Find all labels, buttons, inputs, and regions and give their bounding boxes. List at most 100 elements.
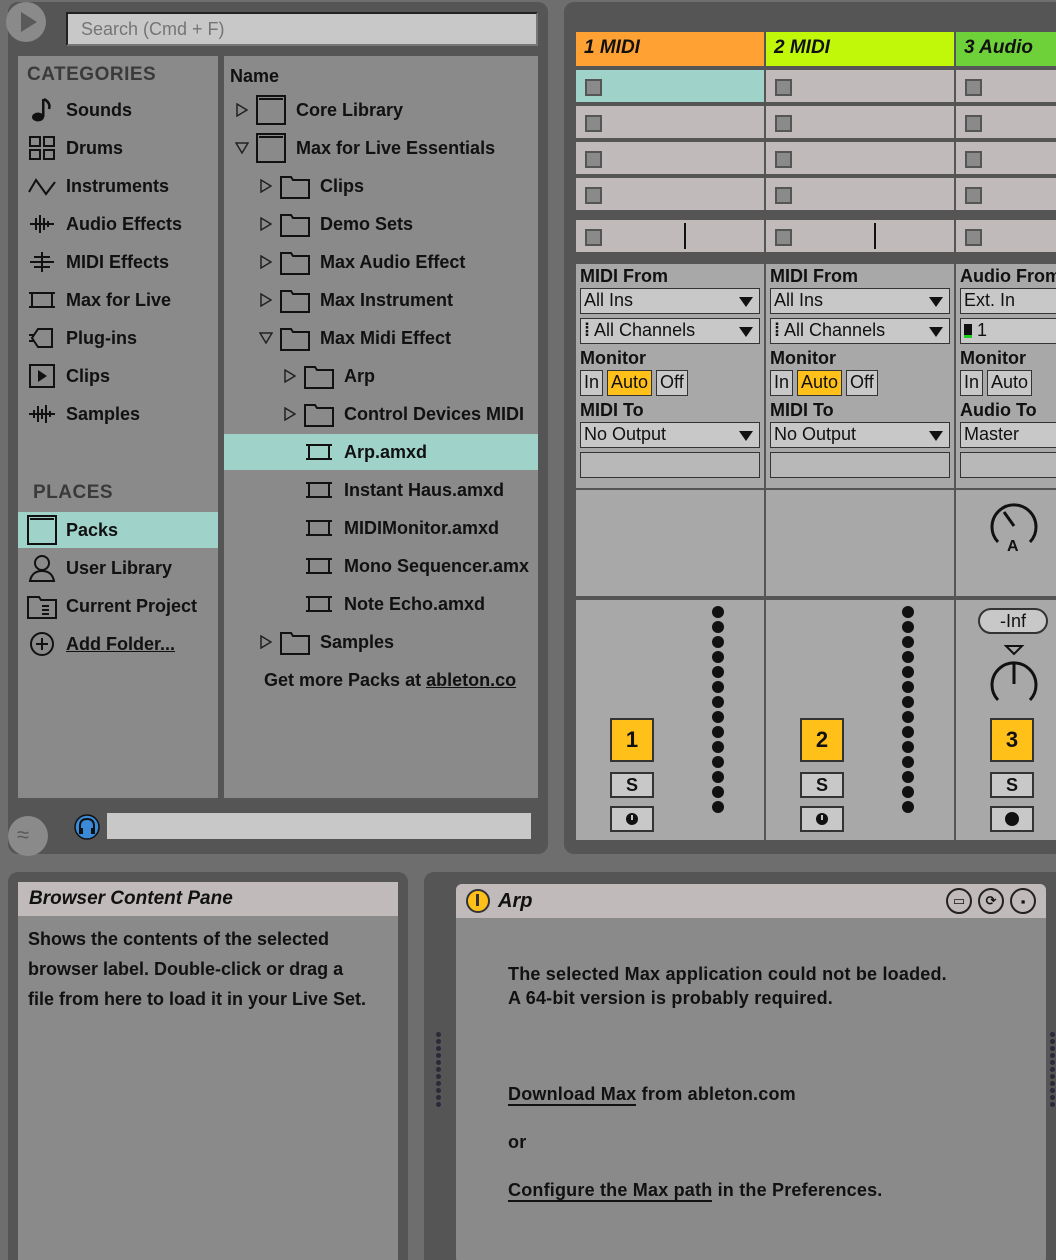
tree-item[interactable]: Arp.amxd [224, 434, 538, 470]
category-audio-effects[interactable]: Audio Effects [18, 206, 218, 242]
monitor-auto-button[interactable]: Auto [607, 370, 653, 396]
collapsed-triangle-icon[interactable] [282, 407, 298, 421]
output-type-dropdown[interactable]: Master [960, 422, 1056, 448]
clip-stop-icon[interactable] [965, 187, 982, 204]
collapsed-triangle-icon[interactable] [234, 103, 250, 117]
stop-all-slot[interactable] [576, 220, 764, 252]
expanded-triangle-icon[interactable] [258, 332, 274, 344]
monitor-off-button[interactable]: Off [846, 370, 878, 396]
track-title[interactable]: 1 MIDI [576, 32, 764, 66]
output-channel-field[interactable] [770, 452, 950, 478]
tree-item[interactable]: Control Devices MIDI [224, 396, 538, 432]
category-max-for-live[interactable]: Max for Live [18, 282, 218, 318]
solo-button[interactable]: S [800, 772, 844, 798]
clip-slot[interactable] [576, 70, 764, 102]
track-activator-button[interactable]: 2 [800, 718, 844, 762]
clip-slot[interactable] [576, 106, 764, 138]
clip-slot[interactable] [766, 178, 954, 210]
monitor-in-button[interactable]: In [770, 370, 794, 396]
download-max-link[interactable]: Download Max [508, 1084, 637, 1106]
clip-stop-icon[interactable] [775, 187, 792, 204]
volume-meter[interactable] [712, 606, 724, 816]
pan-knob[interactable] [986, 642, 1042, 706]
save-preset-icon[interactable]: ▪ [1010, 888, 1036, 914]
collapsed-triangle-icon[interactable] [258, 255, 274, 269]
collapsed-triangle-icon[interactable] [282, 369, 298, 383]
track-stop-icon[interactable] [965, 229, 982, 246]
category-drums[interactable]: Drums [18, 130, 218, 166]
arm-button[interactable] [990, 806, 1034, 832]
tree-item[interactable]: Max Audio Effect [224, 244, 538, 280]
tree-item[interactable]: Clips [224, 168, 538, 204]
tree-item[interactable]: Demo Sets [224, 206, 538, 242]
tree-item[interactable]: Max Midi Effect [224, 320, 538, 356]
arm-button[interactable] [610, 806, 654, 832]
input-channel-dropdown[interactable]: ⁞ All Channels [580, 318, 760, 344]
clip-slot[interactable] [576, 178, 764, 210]
input-type-dropdown[interactable]: All Ins [580, 288, 760, 314]
groove-pool-icon[interactable]: ≈ [8, 816, 48, 856]
search-input[interactable] [66, 12, 538, 46]
tree-item[interactable]: Note Echo.amxd [224, 586, 538, 622]
track-title[interactable]: 3 Audio [956, 32, 1056, 66]
place-current-project[interactable]: Current Project [18, 588, 218, 624]
track-stop-icon[interactable] [775, 229, 792, 246]
category-sounds[interactable]: Sounds [18, 92, 218, 128]
collapsed-triangle-icon[interactable] [258, 293, 274, 307]
clip-stop-icon[interactable] [585, 115, 602, 132]
volume-value[interactable]: -Inf [978, 608, 1048, 634]
preview-waveform[interactable] [106, 812, 532, 840]
play-preview-icon[interactable] [6, 2, 46, 42]
input-type-dropdown[interactable]: Ext. In [960, 288, 1056, 314]
clip-stop-icon[interactable] [965, 79, 982, 96]
category-samples[interactable]: Samples [18, 396, 218, 432]
device-title-bar[interactable]: Arp ▭ ⟳ ▪ [456, 884, 1046, 918]
resize-grip-right[interactable] [1050, 1032, 1056, 1109]
clip-slot[interactable] [576, 142, 764, 174]
category-midi-effects[interactable]: MIDI Effects [18, 244, 218, 280]
clip-stop-icon[interactable] [775, 151, 792, 168]
output-type-dropdown[interactable]: No Output [770, 422, 950, 448]
place-packs[interactable]: Packs [18, 512, 218, 548]
clip-slot[interactable] [956, 106, 1056, 138]
hot-swap-icon[interactable]: ⟳ [978, 888, 1004, 914]
tree-item[interactable]: MIDIMonitor.amxd [224, 510, 538, 546]
output-channel-field[interactable] [960, 452, 1056, 478]
monitor-auto-button[interactable]: Auto [797, 370, 843, 396]
collapsed-triangle-icon[interactable] [258, 179, 274, 193]
tree-item[interactable]: Core Library [224, 92, 538, 128]
clip-stop-icon[interactable] [585, 187, 602, 204]
track-title[interactable]: 2 MIDI [766, 32, 954, 66]
tree-item[interactable]: Samples [224, 624, 538, 660]
configure-max-path-link[interactable]: Configure the Max path [508, 1180, 713, 1202]
clip-slot[interactable] [956, 70, 1056, 102]
monitor-off-button[interactable]: Off [656, 370, 688, 396]
stop-all-slot[interactable] [956, 220, 1056, 252]
input-type-dropdown[interactable]: All Ins [770, 288, 950, 314]
clip-slot[interactable] [766, 70, 954, 102]
clip-stop-icon[interactable] [965, 115, 982, 132]
solo-button[interactable]: S [990, 772, 1034, 798]
category-plug-ins[interactable]: Plug-ins [18, 320, 218, 356]
ableton-link[interactable]: ableton.co [426, 670, 516, 690]
clip-slot[interactable] [956, 142, 1056, 174]
stop-all-slot[interactable] [766, 220, 954, 252]
tree-item[interactable]: Max Instrument [224, 282, 538, 318]
clip-slot[interactable] [766, 106, 954, 138]
volume-meter[interactable] [902, 606, 914, 816]
place-user-library[interactable]: User Library [18, 550, 218, 586]
resize-grip-left[interactable] [436, 1032, 442, 1109]
device-power-icon[interactable] [466, 889, 490, 913]
expanded-triangle-icon[interactable] [234, 142, 250, 154]
tree-item[interactable]: Mono Sequencer.amx [224, 548, 538, 584]
solo-button[interactable]: S [610, 772, 654, 798]
clip-stop-icon[interactable] [585, 151, 602, 168]
input-channel-dropdown[interactable]: ⁞ All Channels [770, 318, 950, 344]
track-activator-button[interactable]: 1 [610, 718, 654, 762]
category-instruments[interactable]: Instruments [18, 168, 218, 204]
clip-stop-icon[interactable] [775, 115, 792, 132]
headphones-icon[interactable] [74, 814, 100, 840]
tree-item[interactable]: Arp [224, 358, 538, 394]
monitor-auto-button[interactable]: Auto [987, 370, 1033, 396]
track-stop-icon[interactable] [585, 229, 602, 246]
